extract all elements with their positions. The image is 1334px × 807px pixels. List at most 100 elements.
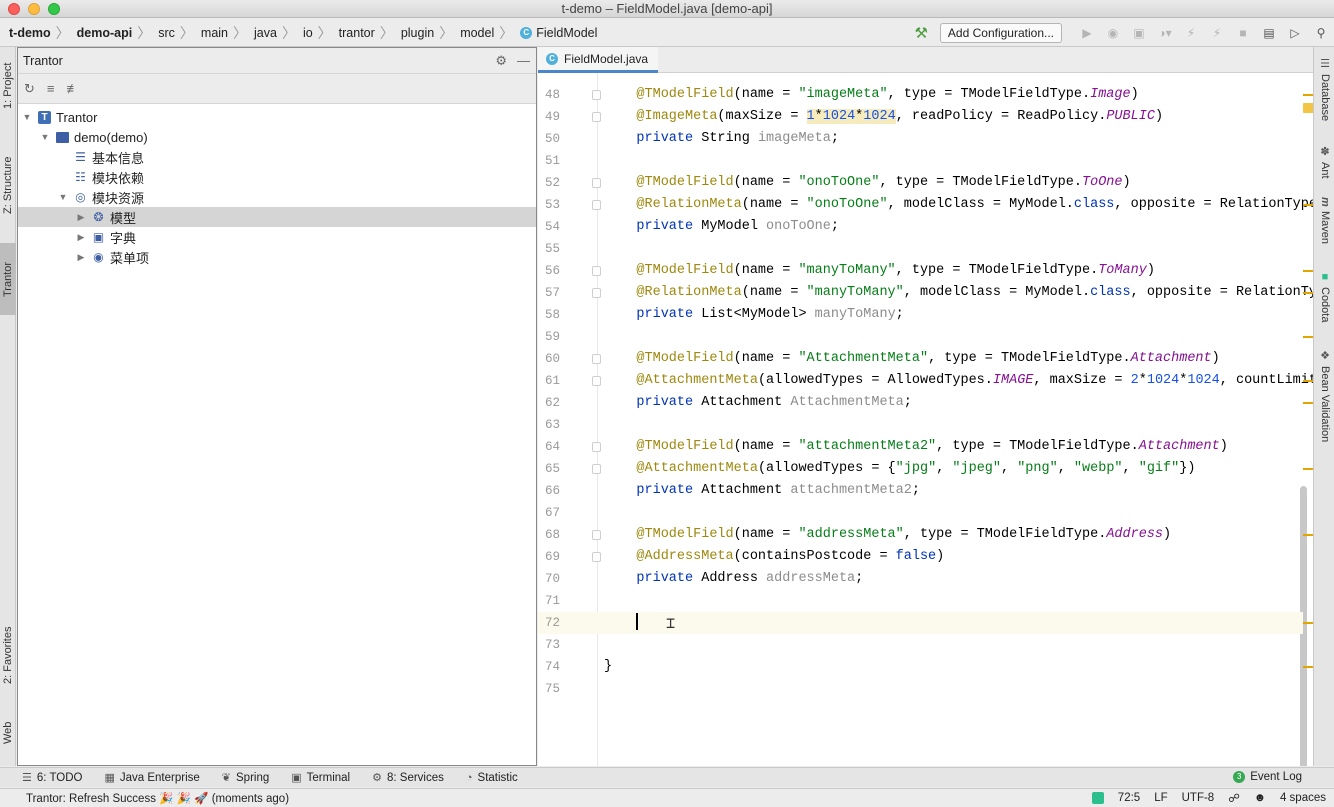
tree-item[interactable]: ▼ T Trantor xyxy=(18,107,536,127)
tree-item[interactable]: ▼ demo(demo) xyxy=(18,127,536,147)
error-stripe-marker[interactable] xyxy=(1303,270,1313,272)
add-configuration-button[interactable]: Add Configuration... xyxy=(939,23,1062,43)
tree-item[interactable]: ▶ ❂ 模型 xyxy=(18,207,536,227)
presentation-icon[interactable]: ▷ xyxy=(1288,26,1302,40)
lock-icon[interactable]: ☍ xyxy=(1228,791,1240,805)
code-line[interactable]: 61 @AttachmentMeta(allowedTypes = Allowe… xyxy=(538,370,1313,392)
tab-bean-validation[interactable]: ❖ Bean Validation xyxy=(1316,349,1334,453)
expand-all-icon[interactable]: ≡ xyxy=(47,81,55,96)
status-message[interactable]: Trantor: Refresh Success 🎉 🎉 🚀 (moments … xyxy=(26,791,289,805)
code-line[interactable]: 49 @ImageMeta(maxSize = 1*1024*1024, rea… xyxy=(538,106,1303,128)
breadcrumb-item[interactable]: src xyxy=(155,26,178,40)
refresh-icon[interactable]: ↻ xyxy=(24,81,35,97)
fold-marker-icon[interactable] xyxy=(592,464,601,474)
code-line[interactable]: 59 xyxy=(538,326,1303,348)
code-line[interactable]: 72 ⌶ xyxy=(538,612,1303,634)
code-line[interactable]: 65 @AttachmentMeta(allowedTypes = {"jpg"… xyxy=(538,458,1303,480)
code-line[interactable]: 56 @TModelField(name = "manyToMany", typ… xyxy=(538,260,1303,282)
reload-icon[interactable]: ⚡ xyxy=(1210,26,1224,40)
tab-structure[interactable]: Z: Structure xyxy=(0,143,16,227)
code-line[interactable]: 57 @RelationMeta(name = "manyToMany", mo… xyxy=(538,282,1313,304)
tab-web[interactable]: Web xyxy=(0,709,16,757)
tree-item[interactable]: ▶ ◉ 菜单项 xyxy=(18,247,536,267)
code-line[interactable]: 63 xyxy=(538,414,1303,436)
tool-tab-8-services[interactable]: ⚙ 8: Services xyxy=(372,771,444,785)
line-separator[interactable]: LF xyxy=(1154,792,1167,804)
stop-icon[interactable]: ■ xyxy=(1236,26,1250,40)
project-structure-icon[interactable]: ▤ xyxy=(1262,26,1276,40)
fold-marker-icon[interactable] xyxy=(592,354,601,364)
code-line[interactable]: 66 private Attachment attachmentMeta2; xyxy=(538,480,1303,502)
breadcrumb-item[interactable]: plugin xyxy=(398,26,437,40)
expanded-arrow-icon[interactable]: ▼ xyxy=(40,132,50,142)
fold-marker-icon[interactable] xyxy=(592,200,601,210)
code-line[interactable]: 53 @RelationMeta(name = "onoToOne", mode… xyxy=(538,194,1313,216)
error-stripe-marker[interactable] xyxy=(1303,622,1313,624)
tree-item[interactable]: ▼ ◎ 模块资源 xyxy=(18,187,536,207)
profile-icon[interactable]: ◑▾ xyxy=(1158,26,1172,40)
run-icon[interactable]: ▶ xyxy=(1080,26,1094,40)
coverage-icon[interactable]: ▣ xyxy=(1132,26,1146,40)
fold-marker-icon[interactable] xyxy=(592,112,601,122)
breadcrumb-item[interactable]: io xyxy=(300,26,316,40)
code-line[interactable]: 55 xyxy=(538,238,1303,260)
code-editor[interactable]: 48 @TModelField(name = "imageMeta", type… xyxy=(538,73,1313,766)
tool-tab-terminal[interactable]: ▣ Terminal xyxy=(291,771,350,785)
inspection-warning-icon[interactable] xyxy=(1303,103,1313,113)
collapse-all-icon[interactable]: ≢ xyxy=(67,81,80,96)
tab-database[interactable]: ☰ Database xyxy=(1316,57,1334,131)
error-stripe-marker[interactable] xyxy=(1303,468,1313,470)
error-stripe-marker[interactable] xyxy=(1303,336,1313,338)
error-stripe-marker[interactable] xyxy=(1303,380,1313,382)
collapsed-arrow-icon[interactable]: ▶ xyxy=(76,232,86,243)
close-window-button[interactable] xyxy=(8,3,20,15)
code-line[interactable]: 60 @TModelField(name = "AttachmentMeta",… xyxy=(538,348,1303,370)
tree-item[interactable]: ▶ ▣ 字典 xyxy=(18,227,536,247)
fold-marker-icon[interactable] xyxy=(592,288,601,298)
inspector-icon[interactable]: ☻ xyxy=(1254,792,1266,804)
minimize-window-button[interactable] xyxy=(28,3,40,15)
code-line[interactable]: 68 @TModelField(name = "addressMeta", ty… xyxy=(538,524,1303,546)
code-line[interactable]: 52 @TModelField(name = "onoToOne", type … xyxy=(538,172,1303,194)
breadcrumb-item[interactable]: trantor xyxy=(336,26,378,40)
gear-icon[interactable]: ⚙ xyxy=(495,53,507,69)
code-line[interactable]: 48 @TModelField(name = "imageMeta", type… xyxy=(538,84,1303,106)
code-line[interactable]: 70 private Address addressMeta; xyxy=(538,568,1303,590)
fold-marker-icon[interactable] xyxy=(592,552,601,562)
tool-tab-spring[interactable]: ❦ Spring xyxy=(222,771,269,785)
file-encoding[interactable]: UTF-8 xyxy=(1182,792,1215,804)
caret-position[interactable]: 72:5 xyxy=(1118,792,1140,804)
fold-marker-icon[interactable] xyxy=(592,178,601,188)
breadcrumb-item[interactable]: java xyxy=(251,26,280,40)
code-line[interactable]: 50 private String imageMeta; xyxy=(538,128,1303,150)
error-stripe-marker[interactable] xyxy=(1303,534,1313,536)
search-everywhere-icon[interactable]: ⚲ xyxy=(1314,26,1328,40)
breadcrumb-item[interactable]: C FieldModel xyxy=(517,26,600,40)
indent-setting[interactable]: 4 spaces xyxy=(1280,792,1326,804)
tree-item[interactable]: ☷ 模块依赖 xyxy=(18,167,536,187)
code-line[interactable]: 62 private Attachment AttachmentMeta; xyxy=(538,392,1303,414)
tab-favorites[interactable]: 2: Favorites xyxy=(0,609,16,701)
codota-status-icon[interactable] xyxy=(1091,792,1104,804)
code-line[interactable]: 73 xyxy=(538,634,1303,656)
tab-fieldmodel-java[interactable]: C FieldModel.java xyxy=(538,47,659,73)
expanded-arrow-icon[interactable]: ▼ xyxy=(58,192,68,202)
error-stripe-marker[interactable] xyxy=(1303,666,1313,668)
fold-marker-icon[interactable] xyxy=(592,530,601,540)
expanded-arrow-icon[interactable]: ▼ xyxy=(22,112,32,122)
code-line[interactable]: 74} xyxy=(538,656,1303,678)
code-line[interactable]: 54 private MyModel onoToOne; xyxy=(538,216,1303,238)
event-log-button[interactable]: 3 Event Log xyxy=(1233,771,1302,783)
tab-trantor[interactable]: Trantor xyxy=(0,243,16,315)
debug-icon[interactable]: ◉ xyxy=(1106,26,1120,40)
code-line[interactable]: 75 xyxy=(538,678,1303,700)
tool-tab-statistic[interactable]: ◔ Statistic xyxy=(466,772,518,784)
tab-maven[interactable]: m Maven xyxy=(1316,197,1334,253)
code-line[interactable]: 51 xyxy=(538,150,1303,172)
tool-tab-java-enterprise[interactable]: ▦ Java Enterprise xyxy=(104,771,199,785)
tool-tab-6-todo[interactable]: ☰ 6: TODO xyxy=(22,771,82,785)
code-line[interactable]: 64 @TModelField(name = "attachmentMeta2"… xyxy=(538,436,1303,458)
code-line[interactable]: 69 @AddressMeta(containsPostcode = false… xyxy=(538,546,1303,568)
tab-codota[interactable]: ■ Codota xyxy=(1316,271,1334,329)
error-stripe-marker[interactable] xyxy=(1303,204,1313,206)
